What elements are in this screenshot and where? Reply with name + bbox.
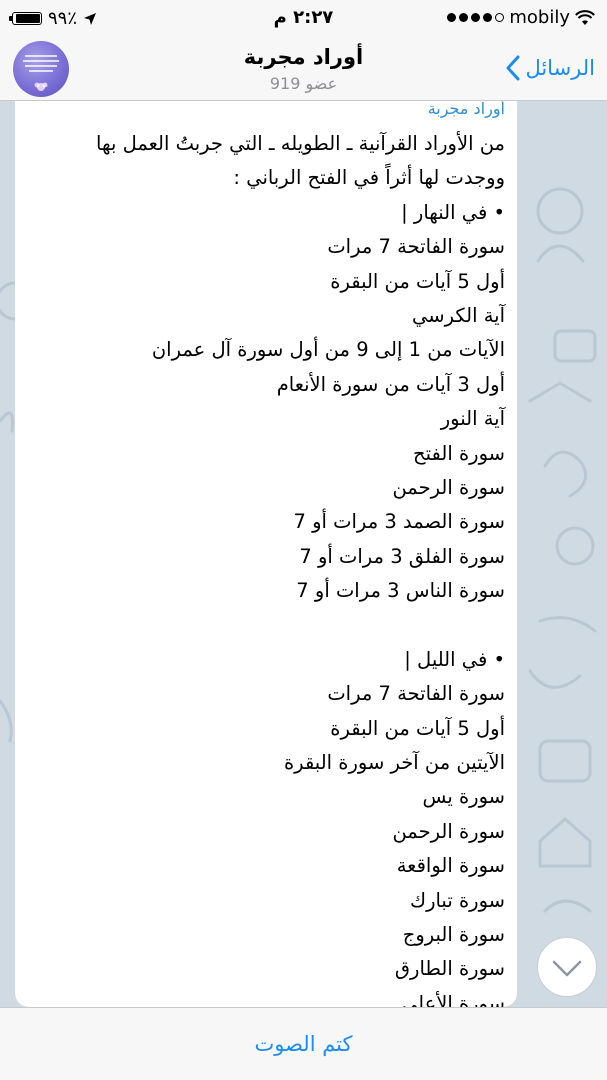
message-line: سورة الصمد 3 مرات أو 7 xyxy=(293,510,506,534)
message-line: سورة الفتح xyxy=(413,441,505,465)
message-line: سورة الرحمن xyxy=(392,475,505,499)
scroll-down-button[interactable] xyxy=(537,937,597,997)
message-line: سورة الناس 3 مرات أو 7 xyxy=(296,579,505,603)
message-line: أول 3 آيات من سورة الأنعام xyxy=(276,372,505,396)
message-line: سورة الطارق xyxy=(394,957,505,981)
message-line: أول 5 آيات من البقرة xyxy=(330,269,505,293)
status-bar: ٩٩٪ ٢:٢٧ م mobily xyxy=(0,0,607,36)
message-line: سورة الفاتحة 7 مرات xyxy=(327,682,505,706)
signal-strength-icon xyxy=(447,13,505,22)
message-line: • في الليل | xyxy=(404,647,505,671)
message-line: ووجدت لها أثراً في الفتح الرباني : xyxy=(233,166,505,190)
back-button[interactable]: الرسائل xyxy=(505,50,595,86)
chevron-down-icon xyxy=(552,960,582,977)
wifi-icon xyxy=(575,9,595,25)
message-line: سورة البروج xyxy=(402,922,505,946)
message-line: • في النهار | xyxy=(401,200,505,224)
message-line: من الأوراد القرآنية ـ الطويله ـ التي جرب… xyxy=(96,132,505,155)
message-sender[interactable]: أوراد مجربة xyxy=(428,101,505,118)
chevron-left-icon xyxy=(506,55,520,81)
message-text: من الأوراد القرآنية ـ الطويله ـ التي جرب… xyxy=(25,127,505,1007)
message-line: أول 5 آيات من البقرة xyxy=(330,716,505,740)
carrier-name: mobily xyxy=(509,7,570,28)
message-line: سورة الفاتحة 7 مرات xyxy=(327,235,505,259)
message-line: سورة الواقعة xyxy=(396,854,505,878)
chat-header: أوراد مجربة 919 عضو الرسائل xyxy=(0,36,607,101)
back-button-label: الرسائل xyxy=(525,56,595,80)
message-line: سورة الأعلى xyxy=(401,991,505,1007)
status-right: mobily xyxy=(447,7,595,28)
message-line: سورة الفلق 3 مرات أو 7 xyxy=(299,544,505,568)
message-line: آية الكرسي xyxy=(412,303,505,327)
message-line: الآيتين من آخر سورة البقرة xyxy=(283,751,505,775)
message-line: سورة تبارك xyxy=(410,888,505,912)
telegram-chat-screen: ٩٩٪ ٢:٢٧ م mobily أوراد مجربة 919 عضو ال… xyxy=(0,0,607,1080)
message-bubble[interactable]: أوراد مجربة من الأوراد القرآنية ـ الطويل… xyxy=(15,101,517,1007)
bottom-bar: كتم الصوت xyxy=(0,1007,607,1080)
message-line: الآيات من 1 إلى 9 من أول سورة آل عمران xyxy=(151,338,505,362)
message-line: آية النور xyxy=(440,407,505,431)
message-line: سورة الرحمن xyxy=(392,819,505,843)
message-line xyxy=(25,608,505,642)
message-line: سورة يس xyxy=(422,785,505,809)
mute-button[interactable]: كتم الصوت xyxy=(0,1032,607,1056)
